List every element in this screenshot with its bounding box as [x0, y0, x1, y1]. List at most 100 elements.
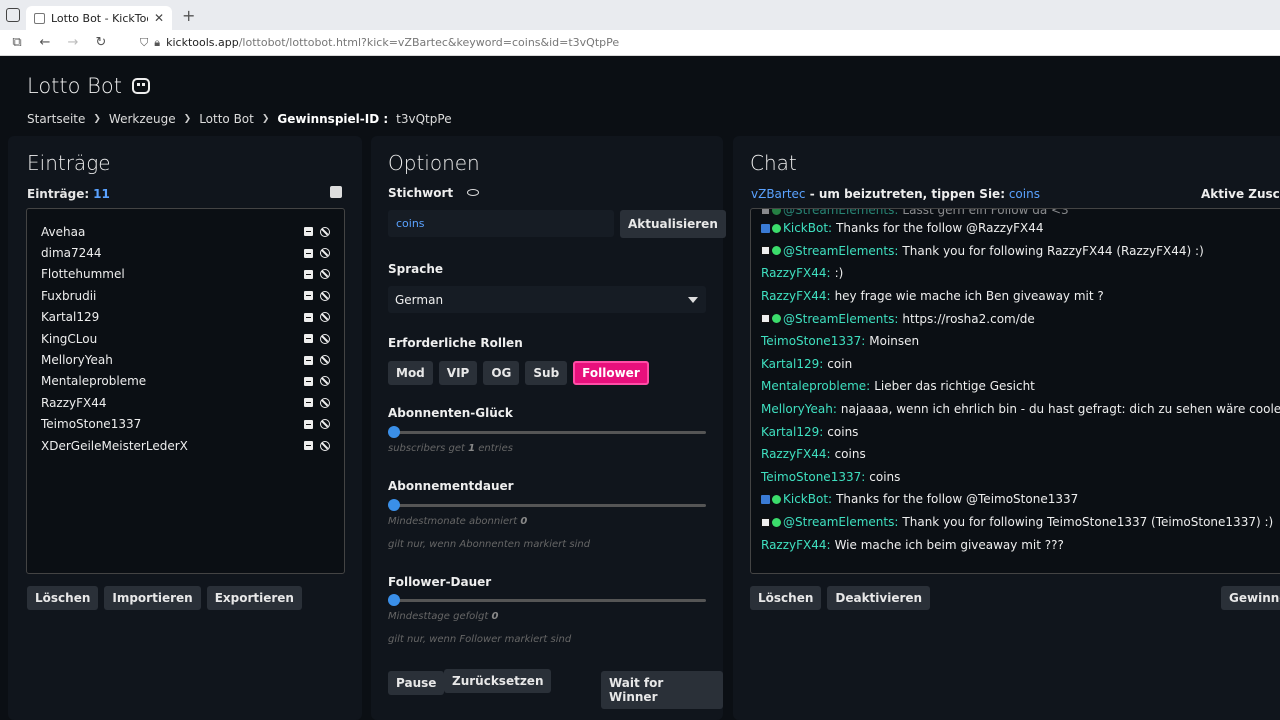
chat-text: najaaaa, wenn ich ehrlich bin - du hast … — [840, 402, 1280, 417]
badge-icon — [761, 314, 770, 324]
browser-tab[interactable]: Lotto Bot - KickTools ✕ — [26, 6, 172, 30]
remove-entry-icon[interactable] — [304, 419, 313, 429]
keyword-label: Stichwort — [388, 186, 480, 200]
ban-icon[interactable] — [320, 397, 330, 408]
slider-knob[interactable] — [388, 594, 400, 606]
tab-actions-icon[interactable] — [6, 8, 20, 22]
chat-text: coins — [827, 424, 859, 439]
sidebar-toggle-icon[interactable]: ⧉ — [10, 35, 24, 50]
remove-entry-icon[interactable] — [304, 312, 313, 322]
chat-message: RazzyFX44: Wie mache ich beim giveaway mi… — [761, 533, 1279, 556]
import-button[interactable]: Importieren — [104, 586, 201, 610]
ban-icon[interactable] — [320, 333, 330, 344]
entry-row: Fuxbrudii — [41, 285, 330, 306]
chat-message: Mentaleprobleme: Lieber das richtige Gesi… — [761, 375, 1279, 398]
chat-username: MelloryYeah: — [761, 402, 837, 417]
chat-panel: Chat vZBartec - um beizutreten, tippen S… — [733, 136, 1280, 720]
slider-knob[interactable] — [388, 499, 400, 511]
deactivate-button[interactable]: Deaktivieren — [827, 586, 931, 610]
chat-username: Mentaleprobleme: — [761, 379, 871, 394]
language-label: Sprache — [388, 262, 444, 276]
chat-text: Thanks for the follow @RazzyFX44 — [836, 221, 1044, 236]
badge-icon — [772, 223, 781, 233]
breadcrumb-tools[interactable]: Werkzeuge — [109, 112, 176, 126]
ban-icon[interactable] — [320, 419, 330, 430]
language-select[interactable]: German — [388, 286, 706, 313]
chat-text: Thank you for following RazzyFX44 (Razzy… — [902, 243, 1204, 258]
robot-icon — [132, 78, 151, 94]
eye-icon[interactable] — [467, 189, 480, 196]
remove-entry-icon[interactable] — [304, 441, 313, 451]
remove-entry-icon[interactable] — [304, 376, 313, 386]
ban-icon[interactable] — [320, 226, 330, 237]
breadcrumb-lottobot[interactable]: Lotto Bot — [199, 112, 254, 126]
remove-entry-icon[interactable] — [304, 227, 313, 237]
keyword-input[interactable]: coins — [388, 210, 614, 237]
ban-icon[interactable] — [320, 269, 330, 280]
url-path: /lottobot/lottobot.html?kick=vZBartec&ke… — [238, 36, 620, 49]
remove-entry-icon[interactable] — [304, 334, 313, 344]
entry-row: Avehaa — [41, 221, 330, 242]
pause-button[interactable]: Pause — [388, 671, 445, 695]
badge-icon — [772, 517, 781, 527]
chat-text: Moinsen — [869, 334, 920, 349]
follow-duration-slider[interactable] — [388, 594, 706, 606]
caret-down-icon — [688, 297, 698, 303]
wait-for-winner-button[interactable]: Wait for Winner — [601, 671, 723, 709]
chat-log[interactable]: @StreamElements: Lasst gern ein Follow da… — [750, 208, 1280, 574]
reset-button[interactable]: Zurücksetzen — [444, 669, 552, 693]
chat-username: RazzyFX44: — [761, 447, 831, 462]
sub-duration-label: Abonnementdauer — [388, 479, 514, 493]
role-og-button[interactable]: OG — [483, 361, 520, 385]
ban-icon[interactable] — [320, 290, 330, 301]
copy-icon[interactable] — [330, 186, 342, 198]
remove-entry-icon[interactable] — [304, 269, 313, 279]
role-follower-button[interactable]: Follower — [573, 361, 649, 385]
chevron-right-icon: ❯ — [183, 114, 192, 124]
forward-icon[interactable]: → — [66, 35, 80, 50]
chevron-right-icon: ❯ — [261, 114, 270, 124]
entries-count: Einträge: 11 — [27, 187, 110, 201]
chat-username: KickBot: — [783, 492, 833, 507]
chat-username: Kartal129: — [761, 424, 824, 439]
back-icon[interactable]: ← — [38, 35, 52, 50]
ban-icon[interactable] — [320, 312, 330, 323]
remove-entry-icon[interactable] — [304, 355, 313, 365]
chat-message: RazzyFX44: hey frage wie mache ich Ben gi… — [761, 285, 1279, 308]
sub-luck-hint: subscribers get 1 entries — [388, 443, 513, 454]
remove-entry-icon[interactable] — [304, 291, 313, 301]
sub-duration-note: gilt nur, wenn Abonnenten markiert sind — [388, 539, 591, 550]
ban-icon[interactable] — [320, 248, 330, 259]
clear-entries-button[interactable]: Löschen — [27, 586, 99, 610]
export-button[interactable]: Exportieren — [206, 586, 302, 610]
slider-knob[interactable] — [388, 426, 400, 438]
remove-entry-icon[interactable] — [304, 248, 313, 258]
address-bar[interactable]: ⛉ 🔒︎ kicktools.app/lottobot/lottobot.htm… — [140, 36, 619, 50]
role-mod-button[interactable]: Mod — [388, 361, 433, 385]
sub-luck-slider[interactable] — [388, 426, 706, 438]
role-vip-button[interactable]: VIP — [438, 361, 478, 385]
active-viewers-label: Aktive Zuschau — [1201, 187, 1280, 201]
entry-name: Avehaa — [41, 224, 86, 239]
role-sub-button[interactable]: Sub — [525, 361, 568, 385]
chat-username: @StreamElements: — [783, 208, 899, 217]
sub-duration-slider[interactable] — [388, 499, 706, 511]
chat-message: @StreamElements: https://rosha2.com/de — [761, 307, 1279, 330]
sub-luck-label: Abonnenten-Glück — [388, 406, 513, 420]
chat-text: coins — [834, 447, 866, 462]
breadcrumb-home[interactable]: Startseite — [27, 112, 85, 126]
entries-list[interactable]: Avehaa dima7244 Flottehummel Fuxbrudii Karta… — [26, 208, 345, 574]
ban-icon[interactable] — [320, 440, 330, 451]
ban-icon[interactable] — [320, 355, 330, 366]
chat-message: TeimoStone1337: Moinsen — [761, 330, 1279, 353]
reload-icon[interactable]: ↻ — [94, 35, 108, 50]
winner-button[interactable]: Gewinner — [1221, 586, 1280, 610]
ban-icon[interactable] — [320, 376, 330, 387]
follow-duration-note: gilt nur, wenn Follower markiert sind — [388, 634, 572, 645]
remove-entry-icon[interactable] — [304, 398, 313, 408]
entry-name: Mentaleprobleme — [41, 374, 147, 389]
clear-chat-button[interactable]: Löschen — [750, 586, 822, 610]
new-tab-icon[interactable]: + — [182, 6, 195, 25]
close-tab-icon[interactable]: ✕ — [154, 11, 164, 25]
update-button[interactable]: Aktualisieren — [620, 210, 726, 238]
